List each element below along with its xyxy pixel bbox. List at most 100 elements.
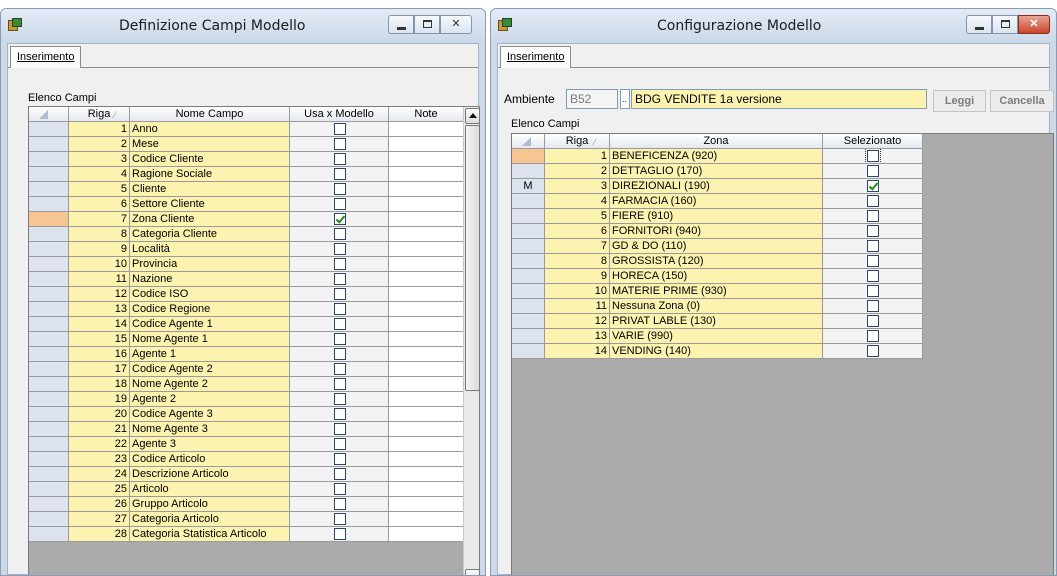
row-selector[interactable]: M — [512, 179, 545, 194]
note-cell[interactable] — [389, 467, 464, 482]
row-selector[interactable] — [512, 164, 545, 179]
row-selector[interactable] — [512, 314, 545, 329]
selected-cell[interactable] — [823, 344, 923, 359]
row-selector[interactable] — [512, 254, 545, 269]
row-checkbox[interactable] — [334, 378, 346, 390]
note-cell[interactable] — [389, 302, 464, 317]
row-checkbox[interactable] — [867, 255, 879, 267]
note-cell[interactable] — [389, 512, 464, 527]
row-checkbox[interactable] — [334, 123, 346, 135]
row-checkbox[interactable] — [334, 138, 346, 150]
row-checkbox[interactable] — [334, 303, 346, 315]
note-cell[interactable] — [389, 452, 464, 467]
title-bar[interactable]: Configurazione Modello ✕ — [491, 9, 1056, 43]
row-selector[interactable] — [29, 272, 69, 287]
note-cell[interactable] — [389, 482, 464, 497]
tab-inserimento[interactable]: Inserimento — [10, 46, 82, 68]
vertical-scrollbar[interactable] — [463, 107, 479, 575]
selected-cell[interactable] — [823, 329, 923, 344]
row-checkbox[interactable] — [334, 363, 346, 375]
note-cell[interactable] — [389, 317, 464, 332]
cancella-button[interactable]: Cancella — [990, 90, 1054, 112]
use-cell[interactable] — [290, 152, 389, 167]
row-selector[interactable] — [29, 467, 69, 482]
row-checkbox[interactable] — [334, 258, 346, 270]
row-selector[interactable] — [512, 224, 545, 239]
row-checkbox[interactable] — [334, 468, 346, 480]
use-cell[interactable] — [290, 227, 389, 242]
row-checkbox[interactable] — [334, 213, 346, 225]
row-checkbox[interactable] — [867, 285, 879, 297]
note-cell[interactable] — [389, 332, 464, 347]
selected-cell[interactable] — [823, 179, 923, 194]
note-cell[interactable] — [389, 152, 464, 167]
selected-cell[interactable] — [823, 284, 923, 299]
note-cell[interactable] — [389, 287, 464, 302]
row-selector[interactable] — [29, 257, 69, 272]
use-cell[interactable] — [290, 167, 389, 182]
maximize-button[interactable] — [414, 15, 440, 34]
row-selector[interactable] — [29, 302, 69, 317]
note-cell[interactable] — [389, 527, 464, 542]
row-checkbox[interactable] — [867, 345, 879, 357]
use-cell[interactable] — [290, 257, 389, 272]
scroll-down-button[interactable] — [465, 569, 479, 575]
row-checkbox[interactable] — [334, 273, 346, 285]
row-selector[interactable] — [512, 344, 545, 359]
zone-grid[interactable]: Riga ⁄ Zona Selezionato 1 BENEFICENZA (920) 2 D… — [511, 133, 1054, 575]
note-cell[interactable] — [389, 437, 464, 452]
row-checkbox[interactable] — [334, 168, 346, 180]
use-cell[interactable] — [290, 302, 389, 317]
row-selector[interactable] — [512, 284, 545, 299]
row-selector[interactable] — [29, 227, 69, 242]
note-cell[interactable] — [389, 347, 464, 362]
row-checkbox[interactable] — [334, 453, 346, 465]
use-cell[interactable] — [290, 437, 389, 452]
row-selector[interactable] — [29, 212, 69, 227]
row-checkbox[interactable] — [334, 513, 346, 525]
row-selector[interactable] — [512, 149, 545, 164]
use-cell[interactable] — [290, 407, 389, 422]
row-selector[interactable] — [29, 437, 69, 452]
note-cell[interactable] — [389, 137, 464, 152]
row-checkbox[interactable] — [867, 330, 879, 342]
use-cell[interactable] — [290, 317, 389, 332]
row-checkbox[interactable] — [334, 498, 346, 510]
row-checkbox[interactable] — [867, 270, 879, 282]
note-cell[interactable] — [389, 122, 464, 137]
selected-cell[interactable] — [823, 269, 923, 284]
ambiente-description-field[interactable]: BDG VENDITE 1a versione — [631, 89, 927, 109]
scroll-up-button[interactable] — [465, 108, 479, 124]
row-checkbox[interactable] — [334, 318, 346, 330]
row-selector[interactable] — [29, 152, 69, 167]
minimize-button[interactable] — [388, 15, 414, 34]
use-cell[interactable] — [290, 467, 389, 482]
selected-cell[interactable] — [823, 314, 923, 329]
row-checkbox[interactable] — [334, 228, 346, 240]
use-cell[interactable] — [290, 392, 389, 407]
use-cell[interactable] — [290, 362, 389, 377]
row-checkbox[interactable] — [865, 149, 881, 163]
row-checkbox[interactable] — [867, 315, 879, 327]
scroll-thumb[interactable] — [465, 125, 479, 391]
note-cell[interactable] — [389, 242, 464, 257]
use-cell[interactable] — [290, 137, 389, 152]
row-selector[interactable] — [29, 452, 69, 467]
use-cell[interactable] — [290, 482, 389, 497]
row-checkbox[interactable] — [867, 240, 879, 252]
selected-cell[interactable] — [823, 224, 923, 239]
note-cell[interactable] — [389, 212, 464, 227]
note-cell[interactable] — [389, 422, 464, 437]
row-checkbox[interactable] — [334, 393, 346, 405]
use-cell[interactable] — [290, 512, 389, 527]
note-cell[interactable] — [389, 257, 464, 272]
note-cell[interactable] — [389, 392, 464, 407]
tab-inserimento[interactable]: Inserimento — [500, 46, 572, 68]
row-selector[interactable] — [29, 182, 69, 197]
use-cell[interactable] — [290, 212, 389, 227]
note-cell[interactable] — [389, 497, 464, 512]
ambiente-lookup-button[interactable]: .. — [620, 89, 630, 109]
row-selector[interactable] — [512, 239, 545, 254]
row-selector[interactable] — [29, 197, 69, 212]
use-cell[interactable] — [290, 287, 389, 302]
